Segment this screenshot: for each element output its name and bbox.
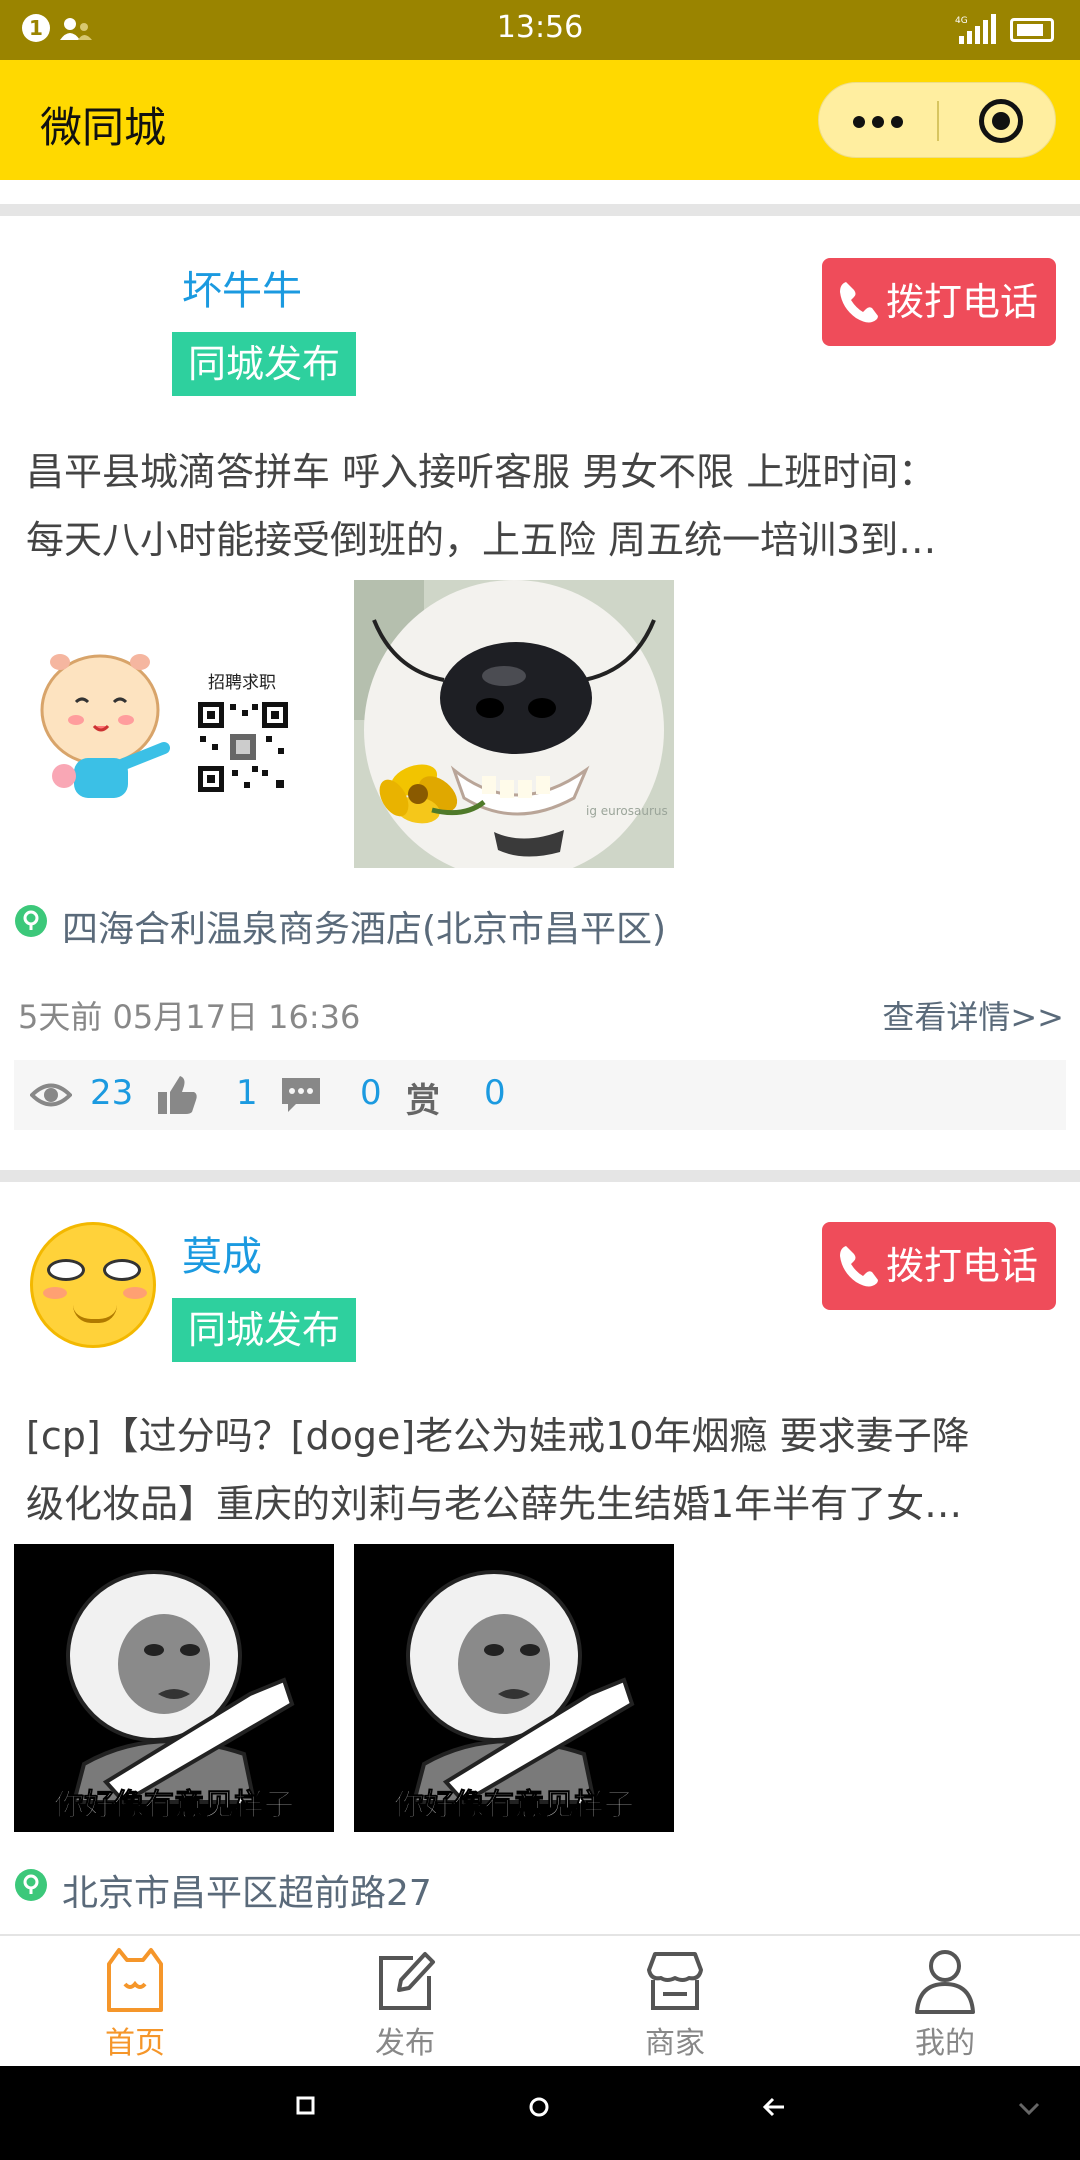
post-content[interactable]: 昌平县城滴答拼车 呼入接听客服 男女不限 上班时间： 每天八小时能接受倒班的，上… bbox=[26, 438, 1056, 574]
post-content-line: [cp]【过分吗？[doge]老公为娃戒10年烟瘾 要求妻子降 bbox=[26, 1414, 970, 1458]
battery-icon bbox=[1010, 18, 1054, 42]
comments-count: 0 bbox=[360, 1073, 382, 1113]
dog-photo bbox=[354, 580, 674, 868]
app-title: 微同城 bbox=[40, 103, 167, 152]
system-navigation-bar bbox=[0, 2066, 1080, 2160]
post-tag: 同城发布 bbox=[172, 1298, 357, 1362]
post-image-recruitment[interactable]: 招聘求职 bbox=[14, 580, 334, 868]
comment-icon[interactable] bbox=[280, 1074, 322, 1116]
signal-icon: 4G bbox=[955, 14, 996, 44]
tab-home[interactable]: 首页 bbox=[0, 1936, 270, 2068]
tab-label: 我的 bbox=[915, 2026, 975, 2061]
call-button-label: 拨打电话 bbox=[886, 1244, 1039, 1288]
title-bar: 微同城 bbox=[0, 60, 1080, 180]
status-time: 13:56 bbox=[496, 10, 584, 45]
back-arrow-icon[interactable] bbox=[762, 2096, 786, 2118]
post-card: 坏牛牛 同城发布 拨打电话 昌平县城滴答拼车 呼入接听客服 男女不限 上班时间：… bbox=[0, 216, 1080, 1170]
meme-caption: 你好像有意见样子 bbox=[394, 1788, 635, 1824]
capsule-divider bbox=[937, 101, 939, 141]
post-tag: 同城发布 bbox=[172, 332, 357, 396]
tab-label: 商家 bbox=[645, 2026, 705, 2061]
post-time: 5天前 05月17日 16:36 bbox=[18, 998, 361, 1036]
user-icon bbox=[915, 1950, 975, 2014]
more-options-button[interactable] bbox=[819, 83, 937, 159]
location-text: 北京市昌平区超前路27 bbox=[62, 1873, 432, 1914]
phone-icon bbox=[840, 1246, 878, 1287]
tab-label: 发布 bbox=[375, 2026, 435, 2061]
tab-merchants[interactable]: 商家 bbox=[540, 1936, 810, 2068]
view-detail-link[interactable]: 查看详情>> bbox=[882, 992, 1064, 1038]
rewards-count: 0 bbox=[484, 1073, 506, 1113]
poster-caption: 招聘求职 bbox=[208, 673, 276, 693]
location-text: 四海合利温泉商务酒店(北京市昌平区) bbox=[62, 909, 667, 950]
user-avatar[interactable] bbox=[30, 1222, 156, 1348]
post-location[interactable]: 北京市昌平区超前路27 bbox=[14, 1860, 1064, 1914]
post-image-dog[interactable]: ig eurosaurus bbox=[354, 580, 674, 868]
svg-text:4G: 4G bbox=[955, 16, 968, 26]
status-bar: 1 13:56 4G bbox=[0, 0, 1080, 60]
likes-count: 1 bbox=[236, 1073, 258, 1113]
location-pin-icon bbox=[15, 905, 47, 937]
post-username[interactable]: 莫成 bbox=[182, 1224, 262, 1282]
chevron-down-icon[interactable] bbox=[1018, 2102, 1040, 2116]
image-watermark: ig eurosaurus bbox=[586, 804, 668, 818]
post-content-line: 级化妆品】重庆的刘莉与老公薛先生结婚1年半有了女… bbox=[26, 1482, 963, 1526]
views-count: 23 bbox=[90, 1073, 134, 1113]
phone-icon bbox=[840, 282, 878, 323]
post-content-line: 每天八小时能接受倒班的，上五险 周五统一培训3到… bbox=[26, 518, 937, 562]
feed-divider bbox=[0, 204, 1080, 216]
edit-icon bbox=[379, 1952, 435, 2010]
feed-divider bbox=[0, 1170, 1080, 1182]
post-image-meme[interactable]: 你好像有意见样子 bbox=[14, 1544, 334, 1832]
post-username[interactable]: 坏牛牛 bbox=[182, 258, 302, 316]
home-circle-icon[interactable] bbox=[528, 2096, 550, 2118]
call-button[interactable]: 拨打电话 bbox=[822, 258, 1056, 346]
close-miniprogram-button[interactable] bbox=[979, 99, 1023, 143]
post-location[interactable]: 四海合利温泉商务酒店(北京市昌平区) bbox=[14, 896, 1064, 950]
qr-code-icon bbox=[196, 700, 290, 794]
post-image-meme[interactable]: 你好像有意见样子 bbox=[354, 1544, 674, 1832]
post-card: 莫成 同城发布 拨打电话 [cp]【过分吗？[doge]老公为娃戒10年烟瘾 要… bbox=[0, 1182, 1080, 1934]
views-icon bbox=[30, 1083, 72, 1107]
tab-publish[interactable]: 发布 bbox=[270, 1936, 540, 2068]
tab-label: 首页 bbox=[105, 2026, 165, 2061]
post-stats-bar: 23 1 0 赏 0 bbox=[14, 1060, 1066, 1130]
like-icon[interactable] bbox=[156, 1074, 198, 1116]
location-pin-icon bbox=[15, 1869, 47, 1901]
reward-icon[interactable]: 赏 bbox=[406, 1073, 440, 1122]
tab-profile[interactable]: 我的 bbox=[810, 1936, 1080, 2068]
bottom-tab-bar: 首页 发布 商家 我的 bbox=[0, 1934, 1080, 2066]
call-button-label: 拨打电话 bbox=[886, 280, 1039, 324]
recent-apps-icon[interactable] bbox=[296, 2096, 316, 2116]
home-cat-icon bbox=[107, 1948, 163, 2012]
miniprogram-capsule bbox=[818, 82, 1056, 158]
store-icon bbox=[647, 1952, 703, 2010]
meme-caption: 你好像有意见样子 bbox=[54, 1788, 295, 1824]
post-content[interactable]: [cp]【过分吗？[doge]老公为娃戒10年烟瘾 要求妻子降 级化妆品】重庆的… bbox=[26, 1402, 1056, 1538]
post-content-line: 昌平县城滴答拼车 呼入接听客服 男女不限 上班时间： bbox=[26, 450, 937, 494]
call-button[interactable]: 拨打电话 bbox=[822, 1222, 1056, 1310]
